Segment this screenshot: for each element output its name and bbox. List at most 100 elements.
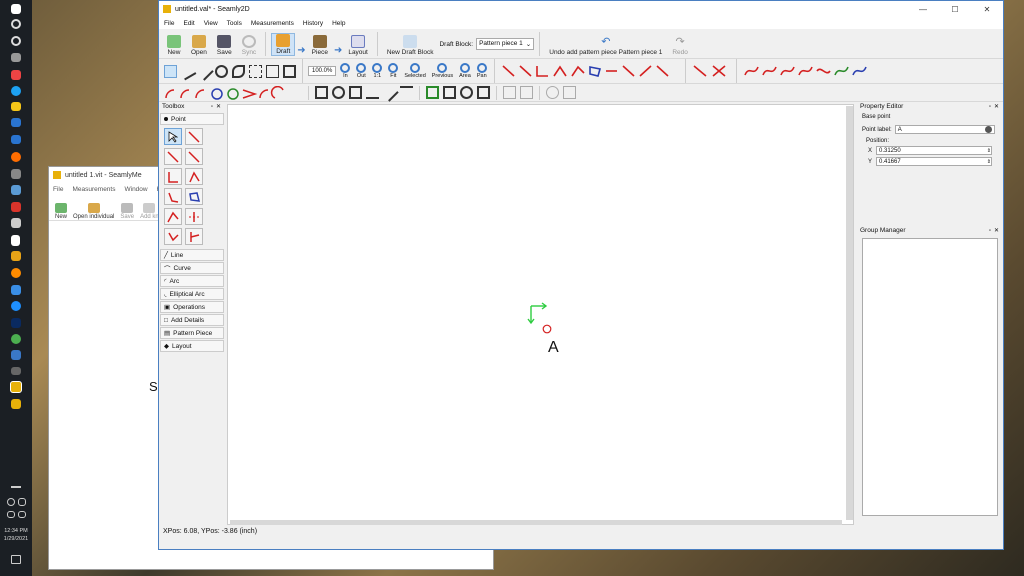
edge-icon[interactable] xyxy=(11,86,21,96)
add-details-icon[interactable] xyxy=(426,86,439,99)
menu-history[interactable]: History xyxy=(303,20,323,27)
menu-view[interactable]: View xyxy=(204,20,218,27)
maximize-icon[interactable]: ☐ xyxy=(939,5,971,14)
group-list[interactable] xyxy=(862,238,998,516)
seamlyme-new-button[interactable]: New xyxy=(55,203,67,220)
bisector-icon[interactable] xyxy=(185,168,203,185)
menu-edit[interactable]: Edit xyxy=(183,20,194,27)
spinbox-arrows-icon[interactable]: ⇕ xyxy=(987,159,991,165)
toolbox-category-elliptical-arc[interactable]: ◟ Elliptical Arc xyxy=(160,288,224,300)
point-of-contact-icon[interactable] xyxy=(185,228,203,245)
shoulder-icon[interactable] xyxy=(164,188,182,205)
app-icon[interactable] xyxy=(11,318,21,328)
seamlyme-menu-measurements[interactable]: Measurements xyxy=(72,186,115,193)
anchor-point-icon[interactable] xyxy=(477,86,490,99)
curve-tools-strip[interactable] xyxy=(742,63,882,79)
point-label[interactable]: A xyxy=(548,339,559,357)
seamlyme-save-button[interactable]: Save xyxy=(120,203,134,220)
flip-icon[interactable] xyxy=(366,86,379,99)
store-icon[interactable] xyxy=(11,135,21,144)
zoom-previous-button[interactable]: Previous xyxy=(430,63,455,79)
point-tools-strip[interactable] xyxy=(500,63,680,79)
arc-tool-icon[interactable] xyxy=(232,64,245,78)
chevron-up-icon[interactable] xyxy=(11,486,21,492)
app-icon[interactable] xyxy=(11,218,21,228)
steam-icon[interactable] xyxy=(11,285,21,295)
seamlyme-add-known-button[interactable]: Add kn xyxy=(140,203,159,220)
internal-path-icon[interactable] xyxy=(460,86,473,99)
cortana-icon[interactable] xyxy=(11,36,21,46)
eye-icon[interactable] xyxy=(546,86,559,99)
zoom-fit-button[interactable]: Fit xyxy=(386,63,400,79)
toolbox-category-line[interactable]: ╱ Line xyxy=(160,249,224,261)
save-button[interactable]: Save xyxy=(213,35,236,56)
crop-tool-icon[interactable] xyxy=(266,64,279,78)
pattern-piece-icon[interactable] xyxy=(443,86,456,99)
new-button[interactable]: New xyxy=(163,35,185,56)
draft-mode-button[interactable]: Draft xyxy=(271,33,296,56)
zoom-original-button[interactable]: 1:1 xyxy=(370,63,384,79)
acrobat-icon[interactable] xyxy=(11,202,21,212)
pointer-tool-icon[interactable] xyxy=(164,64,177,78)
line-point-icon[interactable] xyxy=(185,128,203,145)
move-tool-icon[interactable] xyxy=(283,64,296,78)
minimize-icon[interactable]: — xyxy=(907,5,939,14)
seamlyme-taskbar-icon[interactable] xyxy=(11,399,21,409)
ellipse-tool-icon[interactable] xyxy=(215,64,228,78)
document-icon[interactable] xyxy=(11,235,20,246)
arrow-tool-icon[interactable] xyxy=(164,128,182,145)
y-position-input[interactable]: 0.41667 ⇕ xyxy=(876,157,992,166)
history-icon[interactable] xyxy=(563,86,576,99)
triangle-icon[interactable] xyxy=(185,188,203,205)
display-icon[interactable] xyxy=(18,511,26,518)
dock-controls-icon[interactable]: ▫✕ xyxy=(989,103,1002,110)
zoom-selected-button[interactable]: Selected xyxy=(402,63,427,79)
app-icon[interactable] xyxy=(11,350,21,360)
vertical-scrollbar[interactable] xyxy=(846,106,853,520)
toolbox-category-operations[interactable]: ▣ Operations xyxy=(160,301,224,313)
group-operation-icon[interactable] xyxy=(315,86,328,99)
undo-button[interactable]: ↶ Undo add pattern piece Pattern piece 1 xyxy=(545,35,666,56)
open-button[interactable]: Open xyxy=(187,35,211,56)
height-icon[interactable] xyxy=(164,208,182,225)
normal-icon[interactable] xyxy=(164,168,182,185)
toolbox-category-add-details[interactable]: □ Add Details xyxy=(160,314,224,326)
piece-mode-button[interactable]: Piece xyxy=(308,35,332,56)
menu-measurements[interactable]: Measurements xyxy=(251,20,294,27)
clock-time[interactable]: 12:34 PM xyxy=(0,528,32,535)
line-tools-strip[interactable] xyxy=(691,63,731,79)
draft-block-select[interactable]: Pattern piece 1 ⌄ xyxy=(476,38,535,50)
zoom-out-button[interactable]: Out xyxy=(354,63,368,79)
clear-icon[interactable] xyxy=(984,126,992,133)
union-icon[interactable] xyxy=(503,86,516,99)
true-darts-icon[interactable] xyxy=(400,86,413,99)
point-label-input[interactable]: A xyxy=(894,125,995,134)
along-line-2-icon[interactable] xyxy=(185,148,203,165)
app-icon[interactable] xyxy=(11,185,21,195)
mirror-icon[interactable] xyxy=(349,86,362,99)
volume-icon[interactable] xyxy=(18,498,26,506)
arc-tools-strip[interactable] xyxy=(163,85,303,100)
close-icon[interactable]: ✕ xyxy=(971,5,1003,14)
firefox-icon[interactable] xyxy=(11,152,21,162)
mail-icon[interactable] xyxy=(11,118,21,127)
seamlyme-menu-window[interactable]: Window xyxy=(124,186,147,193)
toolbox-category-pattern-piece[interactable]: ▤ Pattern Piece xyxy=(160,327,224,339)
drawing-canvas[interactable]: A xyxy=(227,104,854,525)
redo-button[interactable]: ↷ Redo xyxy=(668,35,692,56)
toolbox-category-point[interactable]: Point xyxy=(160,113,224,125)
menu-file[interactable]: File xyxy=(164,20,174,27)
export-icon[interactable] xyxy=(520,86,533,99)
select-rect-icon[interactable] xyxy=(249,64,262,78)
app-icon[interactable] xyxy=(11,169,21,179)
zoom-level-input[interactable]: 100.0% xyxy=(308,66,337,76)
network-icon[interactable] xyxy=(7,498,15,506)
notifications-icon[interactable] xyxy=(11,555,21,564)
seamlyme-menu-file[interactable]: File xyxy=(53,186,63,193)
x-position-input[interactable]: 0.31250 ⇕ xyxy=(876,146,992,155)
line-tool-icon[interactable] xyxy=(195,61,214,81)
line-intersect-axis-icon[interactable] xyxy=(164,228,182,245)
pan-button[interactable]: Pan xyxy=(475,63,489,79)
app-icon[interactable] xyxy=(11,251,21,261)
app-icon[interactable] xyxy=(11,70,21,80)
